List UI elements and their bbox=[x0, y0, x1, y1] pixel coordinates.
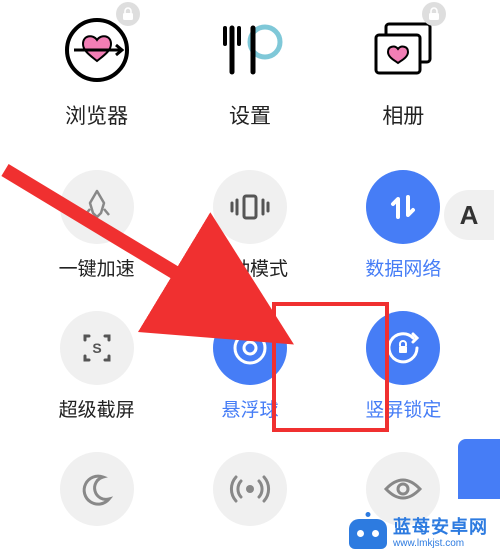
qs-label: 超级截屏 bbox=[59, 395, 135, 422]
screenshot-icon: S bbox=[60, 311, 134, 385]
watermark-url: www.lmkjst.com bbox=[393, 538, 488, 549]
qs-item-hotspot[interactable] bbox=[173, 452, 326, 526]
rotation-lock-icon bbox=[366, 311, 440, 385]
vibrate-icon bbox=[213, 170, 287, 244]
app-row: 浏览器 设置 相册 bbox=[0, 0, 500, 150]
qs-label: 振动模式 bbox=[212, 254, 288, 281]
edit-tiles-button[interactable]: A bbox=[444, 190, 494, 240]
lock-icon bbox=[116, 2, 140, 26]
gallery-heart-icon bbox=[368, 19, 438, 81]
edit-label: A bbox=[460, 200, 479, 231]
float-ball-icon bbox=[213, 311, 287, 385]
svg-text:S: S bbox=[92, 340, 101, 356]
settings-icon-box bbox=[210, 10, 290, 90]
moon-icon bbox=[60, 452, 134, 526]
qs-item-boost[interactable]: 一键加速 bbox=[20, 170, 173, 281]
qs-label: 数据网络 bbox=[365, 254, 441, 281]
qs-label: 竖屏锁定 bbox=[365, 395, 441, 422]
watermark-title: 蓝苺安卓网 bbox=[393, 518, 488, 538]
cutlery-icon bbox=[217, 20, 283, 80]
app-item-settings[interactable]: 设置 bbox=[190, 10, 310, 130]
app-item-browser[interactable]: 浏览器 bbox=[37, 10, 157, 130]
heart-target-icon bbox=[64, 17, 130, 83]
qs-item-float-ball[interactable]: 悬浮球 bbox=[173, 311, 326, 422]
quick-settings-grid: 一键加速 振动模式 数据网络 S 超级截屏 悬浮球 bbox=[0, 150, 500, 526]
app-label: 设置 bbox=[229, 100, 271, 130]
qs-label: 悬浮球 bbox=[221, 395, 278, 422]
browser-icon-box bbox=[57, 10, 137, 90]
hotspot-icon bbox=[213, 452, 287, 526]
gallery-icon-box bbox=[363, 10, 443, 90]
qs-item-rotation-lock[interactable]: 竖屏锁定 bbox=[327, 311, 480, 422]
app-label: 浏览器 bbox=[65, 100, 128, 130]
qs-item-screenshot[interactable]: S 超级截屏 bbox=[20, 311, 173, 422]
rocket-icon bbox=[60, 170, 134, 244]
qs-label: 一键加速 bbox=[59, 254, 135, 281]
data-arrows-icon bbox=[366, 170, 440, 244]
qs-item-eye-protect[interactable] bbox=[327, 452, 480, 526]
android-robot-icon bbox=[349, 519, 387, 549]
qs-item-night-mode[interactable] bbox=[20, 452, 173, 526]
eye-icon bbox=[366, 452, 440, 526]
lock-icon bbox=[422, 2, 446, 26]
app-label: 相册 bbox=[382, 100, 424, 130]
app-item-gallery[interactable]: 相册 bbox=[343, 10, 463, 130]
qs-item-vibrate[interactable]: 振动模式 bbox=[173, 170, 326, 281]
watermark: 蓝苺安卓网 www.lmkjst.com bbox=[349, 518, 488, 549]
side-indicator bbox=[458, 439, 500, 499]
